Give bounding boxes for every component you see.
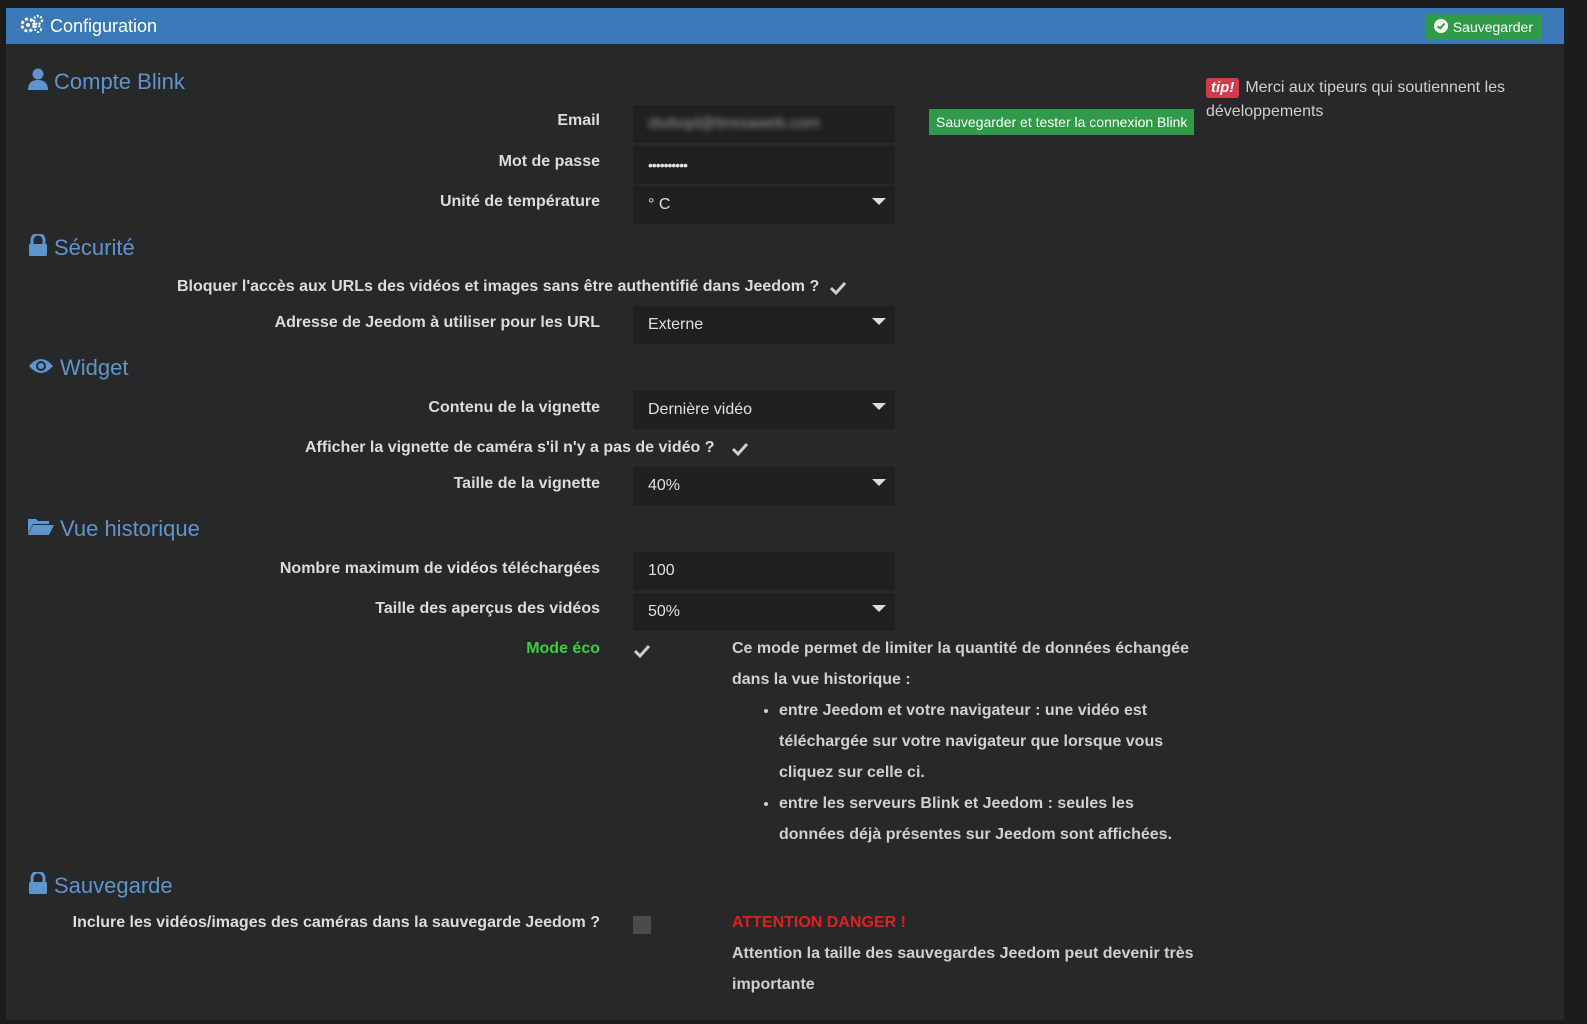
gears-icon — [20, 14, 44, 39]
section-backup-title: Sauvegarde — [54, 873, 173, 898]
password-label: Mot de passe — [498, 153, 600, 170]
lock-icon — [28, 870, 48, 900]
danger-text: Attention la taille des sauvegardes Jeed… — [732, 945, 1194, 993]
show-thumb-checkbox[interactable] — [731, 440, 749, 458]
temperature-value: ° C — [648, 196, 671, 213]
tip-badge[interactable]: tip! — [1206, 78, 1240, 98]
thumb-size-value: 40% — [648, 477, 681, 494]
danger-title: ATTENTION DANGER ! — [732, 914, 906, 931]
include-backup-label: Inclure les vidéos/images des caméras da… — [72, 914, 600, 931]
eco-mode-help: Ce mode permet de limiter la quantité de… — [732, 633, 1202, 850]
checkmark-icon — [731, 442, 749, 457]
thumb-content-label: Contenu de la vignette — [428, 399, 600, 416]
block-access-label: Bloquer l'accès aux URLs des vidéos et i… — [177, 278, 820, 295]
section-security-title: Sécurité — [54, 235, 135, 260]
temperature-select[interactable]: ° C — [633, 186, 895, 224]
show-thumb-label: Afficher la vignette de caméra s'il n'y … — [305, 439, 715, 456]
list-item: entre Jeedom et votre navigateur : une v… — [779, 695, 1202, 788]
checkmark-icon — [633, 644, 651, 659]
email-field[interactable]: dsdsqd@bresaweb.com — [633, 105, 895, 143]
eco-mode-label: Mode éco — [526, 640, 600, 657]
password-field[interactable]: •••••••••• — [633, 146, 895, 184]
test-connection-button[interactable]: Sauvegarder et tester la connexion Blink — [929, 109, 1195, 135]
chevron-down-icon — [872, 479, 886, 486]
header-title: Configuration — [20, 14, 158, 39]
section-backup: Sauvegarde — [28, 870, 173, 900]
list-item: entre les serveurs Blink et Jeedom : seu… — [779, 788, 1202, 850]
temperature-label: Unité de température — [439, 193, 600, 210]
folder-open-icon — [28, 516, 54, 542]
chevron-down-icon — [872, 605, 886, 612]
url-label: Adresse de Jeedom à utiliser pour les UR… — [274, 314, 600, 331]
eco-help-intro: Ce mode permet de limiter la quantité de… — [732, 640, 1190, 688]
max-videos-input[interactable]: 100 — [633, 552, 895, 590]
section-widget-title: Widget — [60, 355, 129, 380]
save-button-label: Sauvegarder — [1452, 19, 1533, 35]
lock-icon — [28, 232, 48, 262]
section-widget: Widget — [28, 355, 128, 381]
section-security: Sécurité — [28, 232, 135, 262]
eye-icon — [28, 355, 54, 381]
thumb-content-value: Dernière vidéo — [648, 401, 753, 418]
url-select[interactable]: Externe — [633, 306, 895, 344]
email-label: Email — [557, 112, 600, 129]
chevron-down-icon — [872, 403, 886, 410]
chevron-down-icon — [872, 198, 886, 205]
max-videos-label: Nombre maximum de vidéos téléchargées — [279, 560, 600, 577]
thumb-size-select[interactable]: 40% — [633, 467, 895, 505]
section-account-title: Compte Blink — [54, 69, 185, 94]
max-videos-value: 100 — [648, 562, 675, 579]
save-button[interactable]: Sauvegarder — [1424, 14, 1542, 40]
checkmark-icon — [829, 281, 847, 296]
password-value: •••••••••• — [648, 157, 688, 173]
user-icon — [28, 68, 48, 96]
config-panel: Configuration Sauvegarder Compte Blink E… — [6, 8, 1564, 1020]
backup-help: ATTENTION DANGER ! Attention la taille d… — [732, 907, 1212, 1000]
thumb-content-select[interactable]: Dernière vidéo — [633, 391, 895, 429]
section-history: Vue historique — [28, 516, 200, 542]
thumb-size-label: Taille de la vignette — [453, 475, 600, 492]
chevron-down-icon — [872, 318, 886, 325]
tip-text: Merci aux tipeurs qui soutiennent les dé… — [1206, 79, 1506, 120]
url-value: Externe — [648, 316, 704, 333]
include-backup-checkbox[interactable] — [633, 916, 651, 934]
preview-size-label: Taille des aperçus des vidéos — [375, 600, 600, 617]
block-access-checkbox[interactable] — [829, 279, 847, 297]
eco-mode-checkbox[interactable] — [633, 642, 651, 660]
section-account: Compte Blink — [28, 68, 185, 96]
check-circle-icon — [1433, 18, 1448, 36]
tip-box: tip! Merci aux tipeurs qui soutiennent le… — [1206, 76, 1546, 124]
section-history-title: Vue historique — [60, 516, 200, 541]
header-title-text: Configuration — [50, 15, 158, 36]
preview-size-value: 50% — [648, 603, 681, 620]
email-value: dsdsqd@bresaweb.com — [648, 115, 820, 132]
eco-help-list: entre Jeedom et votre navigateur : une v… — [732, 695, 1202, 850]
config-header: Configuration Sauvegarder — [6, 8, 1564, 44]
preview-size-select[interactable]: 50% — [633, 593, 895, 631]
